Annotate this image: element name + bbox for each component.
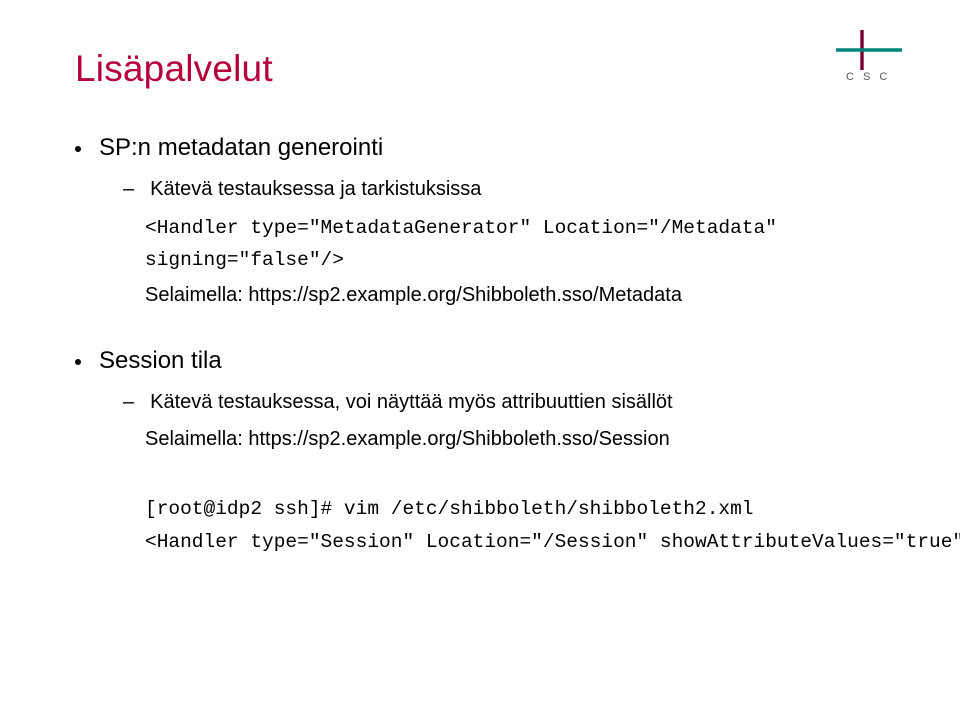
page-title: Lisäpalvelut [75, 48, 890, 90]
content-list: SP:n metadatan generointi – Kätevä testa… [75, 134, 890, 451]
section-heading: SP:n metadatan generointi [99, 134, 383, 162]
bullet-icon [75, 359, 81, 365]
sub-item: – Kätevä testauksessa, voi näyttää myös … [123, 391, 890, 414]
sub-text: Kätevä testauksessa ja tarkistuksissa [150, 178, 481, 201]
code-line: <Handler type="MetadataGenerator" Locati… [145, 215, 890, 241]
bullet-item: SP:n metadatan generointi [75, 134, 890, 162]
terminal-block: [root@idp2 ssh]# vim /etc/shibboleth/shi… [145, 493, 890, 559]
section-metadata-generation: SP:n metadatan generointi – Kätevä testa… [75, 134, 890, 307]
bullet-icon [75, 146, 81, 152]
terminal-line: [root@idp2 ssh]# vim /etc/shibboleth/shi… [145, 498, 754, 520]
url-note: Selaimella: https://sp2.example.org/Shib… [145, 428, 890, 451]
dash-icon: – [123, 391, 134, 414]
section-session-status: Session tila – Kätevä testauksessa, voi … [75, 347, 890, 451]
url-note: Selaimella: https://sp2.example.org/Shib… [145, 284, 890, 307]
slide: C S C Lisäpalvelut SP:n metadatan genero… [0, 0, 960, 720]
dash-icon: – [123, 178, 134, 201]
code-line: signing="false"/> [145, 247, 890, 273]
bullet-item: Session tila [75, 347, 890, 375]
terminal-line: <Handler type="Session" Location="/Sessi… [145, 531, 960, 553]
sub-list: – Kätevä testauksessa ja tarkistuksissa [123, 178, 890, 201]
csc-logo: C S C [814, 28, 904, 88]
section-heading: Session tila [99, 347, 222, 375]
sub-item: – Kätevä testauksessa ja tarkistuksissa [123, 178, 890, 201]
sub-list: – Kätevä testauksessa, voi näyttää myös … [123, 391, 890, 414]
svg-text:C S C: C S C [846, 71, 890, 83]
sub-text: Kätevä testauksessa, voi näyttää myös at… [150, 391, 673, 414]
